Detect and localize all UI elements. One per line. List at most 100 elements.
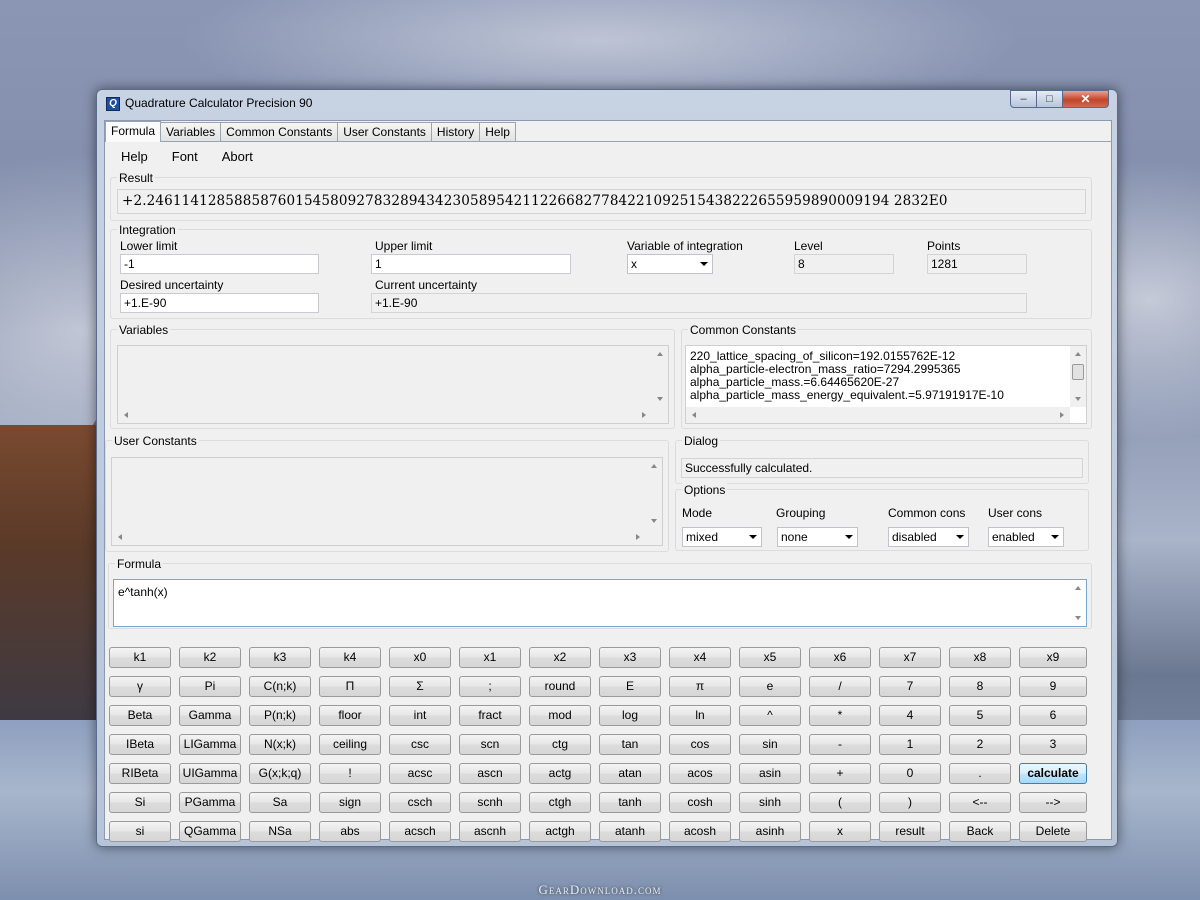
- key-button[interactable]: .: [949, 763, 1011, 784]
- key-button[interactable]: actg: [529, 763, 591, 784]
- key-button[interactable]: scnh: [459, 792, 521, 813]
- key-button[interactable]: 4: [879, 705, 941, 726]
- key-button[interactable]: k1: [109, 647, 171, 668]
- scroll-thumb[interactable]: [1072, 364, 1084, 380]
- key-button[interactable]: π: [669, 676, 731, 697]
- key-button[interactable]: e: [739, 676, 801, 697]
- common-cons-select[interactable]: disabled: [888, 527, 969, 547]
- key-button[interactable]: Π: [319, 676, 381, 697]
- key-button[interactable]: <--: [949, 792, 1011, 813]
- lower-limit-input[interactable]: -1: [120, 254, 319, 274]
- key-button[interactable]: 5: [949, 705, 1011, 726]
- key-button[interactable]: acsch: [389, 821, 451, 842]
- key-button[interactable]: *: [809, 705, 871, 726]
- key-button[interactable]: fract: [459, 705, 521, 726]
- key-button[interactable]: asin: [739, 763, 801, 784]
- key-button[interactable]: Beta: [109, 705, 171, 726]
- key-button[interactable]: (: [809, 792, 871, 813]
- app-icon[interactable]: Q: [106, 97, 120, 111]
- common-constants-list[interactable]: 220_lattice_spacing_of_silicon=192.01557…: [685, 345, 1087, 424]
- key-button[interactable]: Σ: [389, 676, 451, 697]
- key-button[interactable]: sin: [739, 734, 801, 755]
- user-constants-list[interactable]: [111, 457, 663, 546]
- key-button[interactable]: asinh: [739, 821, 801, 842]
- key-button[interactable]: ascn: [459, 763, 521, 784]
- key-button[interactable]: csc: [389, 734, 451, 755]
- key-button[interactable]: 9: [1019, 676, 1087, 697]
- key-button[interactable]: Gamma: [179, 705, 241, 726]
- key-button[interactable]: RIBeta: [109, 763, 171, 784]
- key-button[interactable]: !: [319, 763, 381, 784]
- key-button[interactable]: ;: [459, 676, 521, 697]
- key-button[interactable]: round: [529, 676, 591, 697]
- upper-limit-input[interactable]: 1: [371, 254, 571, 274]
- horizontal-scrollbar[interactable]: [686, 407, 1070, 423]
- close-button[interactable]: ✕: [1063, 90, 1109, 108]
- tab-history[interactable]: History: [431, 122, 481, 141]
- tab-variables[interactable]: Variables: [161, 122, 222, 141]
- key-button[interactable]: ceiling: [319, 734, 381, 755]
- vertical-scrollbar[interactable]: [1070, 580, 1086, 626]
- key-button[interactable]: si: [109, 821, 171, 842]
- key-button[interactable]: x7: [879, 647, 941, 668]
- formula-input[interactable]: e^tanh(x): [113, 579, 1087, 627]
- horizontal-scrollbar[interactable]: [118, 407, 652, 423]
- key-button[interactable]: scn: [459, 734, 521, 755]
- variables-list[interactable]: [117, 345, 669, 424]
- key-button[interactable]: 6: [1019, 705, 1087, 726]
- tab-user-constants[interactable]: User Constants: [338, 122, 432, 141]
- key-button[interactable]: tan: [599, 734, 661, 755]
- grouping-select[interactable]: none: [777, 527, 858, 547]
- key-button[interactable]: calculate: [1019, 763, 1087, 784]
- menu-font[interactable]: Font: [160, 149, 210, 164]
- key-button[interactable]: result: [879, 821, 941, 842]
- key-button[interactable]: 7: [879, 676, 941, 697]
- key-button[interactable]: x4: [669, 647, 731, 668]
- key-button[interactable]: Delete: [1019, 821, 1087, 842]
- list-item[interactable]: alpha_particle_mass_energy_equivalent.=5…: [686, 389, 1086, 402]
- key-button[interactable]: k4: [319, 647, 381, 668]
- menu-help[interactable]: Help: [109, 149, 160, 164]
- key-button[interactable]: G(x;k;q): [249, 763, 311, 784]
- key-button[interactable]: 1: [879, 734, 941, 755]
- variable-of-integration-select[interactable]: x: [627, 254, 713, 274]
- key-button[interactable]: tanh: [599, 792, 661, 813]
- key-button[interactable]: QGamma: [179, 821, 241, 842]
- minimize-button[interactable]: –: [1010, 90, 1037, 108]
- key-button[interactable]: PGamma: [179, 792, 241, 813]
- key-button[interactable]: cos: [669, 734, 731, 755]
- key-button[interactable]: x1: [459, 647, 521, 668]
- user-cons-select[interactable]: enabled: [988, 527, 1064, 547]
- key-button[interactable]: IBeta: [109, 734, 171, 755]
- key-button[interactable]: ascnh: [459, 821, 521, 842]
- vertical-scrollbar[interactable]: [652, 346, 668, 407]
- key-button[interactable]: 3: [1019, 734, 1087, 755]
- key-button[interactable]: x5: [739, 647, 801, 668]
- key-button[interactable]: -->: [1019, 792, 1087, 813]
- key-button[interactable]: x0: [389, 647, 451, 668]
- key-button[interactable]: floor: [319, 705, 381, 726]
- key-button[interactable]: cosh: [669, 792, 731, 813]
- desired-uncertainty-input[interactable]: +1.E-90: [120, 293, 319, 313]
- key-button[interactable]: actgh: [529, 821, 591, 842]
- key-button[interactable]: x6: [809, 647, 871, 668]
- horizontal-scrollbar[interactable]: [112, 529, 646, 545]
- maximize-button[interactable]: □: [1037, 90, 1063, 108]
- key-button[interactable]: N(x;k): [249, 734, 311, 755]
- key-button[interactable]: Sa: [249, 792, 311, 813]
- result-field[interactable]: +2.2461141285885876015458092783289434230…: [117, 189, 1086, 214]
- key-button[interactable]: k3: [249, 647, 311, 668]
- key-button[interactable]: k2: [179, 647, 241, 668]
- key-button[interactable]: LIGamma: [179, 734, 241, 755]
- key-button[interactable]: 2: [949, 734, 1011, 755]
- menu-abort[interactable]: Abort: [210, 149, 265, 164]
- key-button[interactable]: atan: [599, 763, 661, 784]
- key-button[interactable]: /: [809, 676, 871, 697]
- key-button[interactable]: Pi: [179, 676, 241, 697]
- key-button[interactable]: ctgh: [529, 792, 591, 813]
- tab-help[interactable]: Help: [480, 122, 516, 141]
- key-button[interactable]: log: [599, 705, 661, 726]
- key-button[interactable]: csch: [389, 792, 451, 813]
- key-button[interactable]: +: [809, 763, 871, 784]
- mode-select[interactable]: mixed: [682, 527, 762, 547]
